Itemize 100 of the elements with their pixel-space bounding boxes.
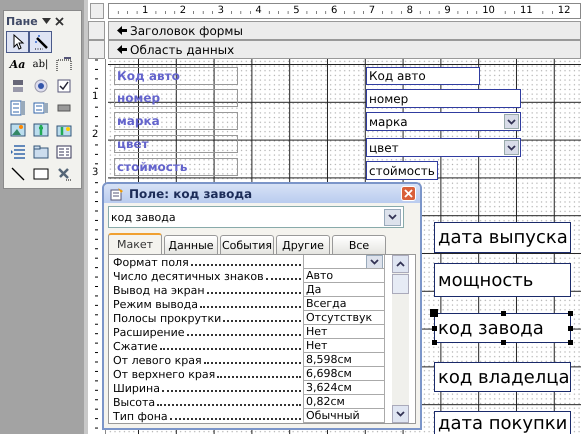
dropdown-icon[interactable] xyxy=(42,18,51,24)
property-value[interactable]: Нет xyxy=(303,325,385,339)
chevron-down-icon xyxy=(507,144,516,150)
form-control[interactable]: марка xyxy=(366,112,521,131)
form-control[interactable]: мощность xyxy=(434,263,571,297)
property-value[interactable]: Обычный xyxy=(303,409,385,423)
close-button[interactable] xyxy=(401,186,416,201)
field-name: стоймость xyxy=(369,164,435,178)
ruler-number: 6 xyxy=(330,5,338,16)
section-bar[interactable]: Область данных xyxy=(108,40,581,59)
property-name: Высота xyxy=(113,396,156,409)
resize-handle[interactable] xyxy=(432,326,437,331)
scroll-up-button[interactable] xyxy=(392,255,409,273)
ruler-number: 9 xyxy=(443,5,452,16)
tab[interactable]: Макет xyxy=(108,233,162,254)
chevron-down-icon xyxy=(507,118,516,124)
form-control[interactable]: код владелца xyxy=(434,362,571,392)
property-value[interactable]: Нет xyxy=(303,339,385,353)
resize-handle[interactable] xyxy=(501,340,506,345)
field-name: номер xyxy=(369,92,408,106)
chevron-down-icon xyxy=(370,259,379,265)
resize-handle[interactable] xyxy=(432,340,437,345)
field-name: код завода xyxy=(438,318,544,338)
property-value[interactable]: 6,698см xyxy=(303,367,385,381)
property-value[interactable]: Да xyxy=(303,283,385,297)
property-name: Сжатие xyxy=(113,340,158,353)
ruler-number: 5 xyxy=(292,5,301,16)
chevron-down-icon xyxy=(388,214,397,220)
ruler-number: 4 xyxy=(254,5,263,16)
property-name: От верхнего края xyxy=(113,368,216,381)
close-icon[interactable] xyxy=(54,16,64,26)
ruler-number: 2 xyxy=(92,128,98,140)
property-value[interactable]: 8,598см xyxy=(303,353,385,367)
object-name: код завода xyxy=(111,210,176,224)
tab-control-icon xyxy=(32,144,48,160)
ruler-number: 8 xyxy=(406,5,414,16)
dropdown-button[interactable] xyxy=(366,255,383,268)
tool-button[interactable]: ab| xyxy=(29,53,52,75)
resize-handle[interactable] xyxy=(568,340,573,345)
form-control[interactable]: номер xyxy=(366,89,521,108)
field-name: марка xyxy=(369,114,408,128)
tab[interactable]: События xyxy=(220,235,274,254)
property-name: От левого края xyxy=(113,354,202,367)
property-value[interactable]: Всегда xyxy=(303,297,385,311)
section-bar[interactable]: Заголовок формы xyxy=(108,21,581,40)
text-box-icon xyxy=(56,56,72,72)
resize-handle[interactable] xyxy=(501,311,506,316)
properties-icon xyxy=(110,186,124,200)
property-name: Число десятичных знаков xyxy=(113,270,264,283)
page-break-icon xyxy=(10,144,26,160)
object-frame-icon xyxy=(32,122,48,138)
form-control[interactable]: стоймость xyxy=(366,161,438,180)
property-name: Формат поля xyxy=(113,256,189,269)
line-icon xyxy=(10,166,26,182)
radio-icon xyxy=(32,78,48,94)
field-name: код владелца xyxy=(438,366,570,388)
form-control[interactable]: цвет xyxy=(366,138,521,157)
ruler-number: 1 xyxy=(141,5,150,16)
ruler-number: 3 xyxy=(92,166,98,178)
combo-box-icon xyxy=(10,100,26,116)
ruler-number: 12 xyxy=(556,5,572,16)
property-name: Тип фона xyxy=(113,410,168,423)
field-name: цвет xyxy=(369,140,399,154)
resize-handle[interactable] xyxy=(430,309,438,317)
ruler-number: 3 xyxy=(216,5,225,16)
ruler-number: 11 xyxy=(519,5,534,16)
property-value[interactable]: 3,624см xyxy=(303,381,385,395)
subform-icon xyxy=(56,144,72,160)
property-value[interactable]: Отсутствук xyxy=(303,311,385,325)
field-name: мощность xyxy=(438,270,534,290)
form-control[interactable]: дата выпуска xyxy=(434,222,571,253)
resize-handle[interactable] xyxy=(568,326,573,331)
object-select[interactable]: код завода xyxy=(108,206,404,228)
tab[interactable]: Все xyxy=(332,235,386,254)
ruler-number: 2 xyxy=(178,5,188,16)
property-value[interactable]: 0,82см xyxy=(303,395,385,409)
property-name: Вывод на экран xyxy=(113,284,205,297)
tool-button[interactable] xyxy=(6,31,29,53)
property-value[interactable]: Авто xyxy=(303,269,385,283)
checkbox-icon xyxy=(56,78,72,94)
scrollbar[interactable] xyxy=(392,255,409,423)
tab[interactable]: Другие xyxy=(276,235,330,254)
scroll-thumb[interactable] xyxy=(392,274,409,294)
list-box-icon xyxy=(32,100,48,116)
resize-handle[interactable] xyxy=(568,311,573,316)
rectangle-icon xyxy=(32,166,48,182)
dropdown-button[interactable] xyxy=(504,114,519,129)
tools-icon xyxy=(56,166,72,182)
tool-button[interactable]: Aa xyxy=(6,53,29,75)
window-title: Поле: код завода xyxy=(129,186,254,200)
close-icon xyxy=(404,189,413,198)
form-control[interactable]: Код авто xyxy=(366,67,480,85)
property-name: Ширина xyxy=(113,382,160,395)
section-title: Заголовок формы xyxy=(130,24,243,38)
dropdown-button[interactable] xyxy=(504,140,519,155)
dropdown-button[interactable] xyxy=(384,208,401,226)
tab[interactable]: Данные xyxy=(164,235,218,254)
tool-button[interactable] xyxy=(29,31,52,53)
scroll-down-button[interactable] xyxy=(392,405,409,423)
chevron-down-icon xyxy=(396,411,406,417)
